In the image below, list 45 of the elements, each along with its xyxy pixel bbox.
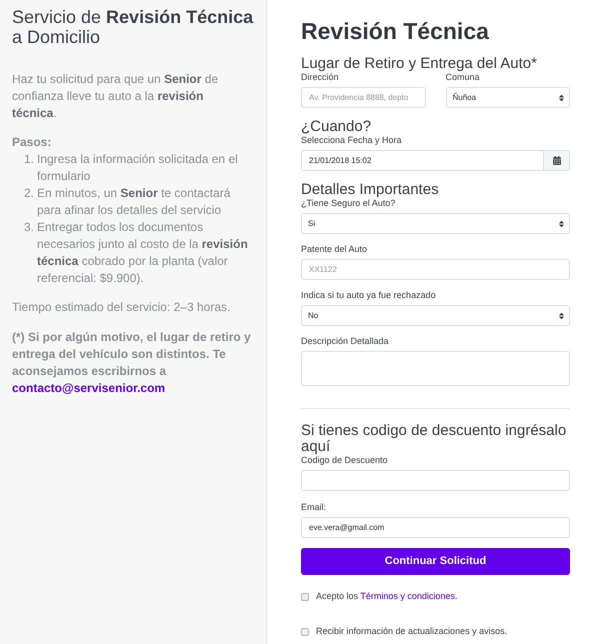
field-label: Patente del Auto [301, 244, 368, 255]
date-field[interactable]: 21/01/2018 15:02 [301, 150, 544, 171]
field-label: Comuna [446, 72, 481, 83]
section-heading: Lugar de Retiro y Entrega del Auto* [301, 55, 538, 72]
checkbox[interactable] [301, 628, 309, 636]
email-link[interactable]: contacto@servisenior.com [12, 381, 166, 395]
select-arrows-icon [559, 220, 564, 228]
section-heading: Detalles Importantes [301, 181, 440, 198]
note-text: (*) Si por algún motivo, el lugar de retiro y entrega del vehículo son distintos. Te aconsejamos escribirnos a contacto@servisenior.com [12, 329, 252, 397]
intro-text: Haz tu solicitud para que un Senior de confianza lleve tu auto a la revisión técnica. [12, 71, 220, 122]
text-field[interactable] [301, 470, 570, 491]
select-field[interactable]: Ñuñoa [446, 87, 570, 108]
continue-button[interactable]: Continuar Solicitud [301, 548, 570, 575]
section-heading: Si tienes codigo de descuento ingrésalo aquí [301, 423, 568, 455]
step-number: 3. [24, 219, 36, 236]
field-label: Indica si tu auto ya fue rechazado [301, 290, 437, 301]
intro-title: Servicio de Revisión Técnica a Domicilio [12, 7, 254, 47]
text-field[interactable]: eve.vera@gmail.com [301, 517, 570, 538]
text-field[interactable]: XX1122 [301, 259, 570, 280]
step-number: 2. [24, 185, 36, 202]
step-text: En minutos, un Senior te contactará para afinar los detalles del servicio [37, 185, 232, 219]
select-arrows-icon [559, 312, 564, 320]
field-label: Email: [301, 502, 328, 513]
field-label: Codigo de Descuento [301, 455, 389, 466]
calendar-button[interactable] [544, 150, 570, 171]
select-field[interactable]: Si [301, 213, 570, 234]
field-label: Selecciona Fecha y Hora [301, 135, 403, 146]
select-arrows-icon [559, 94, 564, 102]
checkbox[interactable] [301, 592, 309, 600]
select-field[interactable]: No [301, 305, 570, 326]
section-heading: ¿Cuando? [301, 118, 372, 135]
field-label: Dirección [301, 72, 340, 83]
checkbox-label: Acepto los Términos y condiciones. [316, 591, 458, 602]
step-text: Entregar todos los documentos necesarios junto al costo de la revisión técnica cobrado por la planta (valor referencial: $9.900). [37, 219, 249, 287]
field-label: ¿Tiene Seguro el Auto? [301, 198, 396, 209]
calendar-icon [552, 156, 560, 165]
description-field[interactable] [301, 351, 570, 386]
step-number: 1. [24, 151, 36, 168]
text-field[interactable]: Av. Providencia 8888, depto [301, 87, 426, 108]
field-label: Descripción Detallada [301, 336, 390, 347]
duration-text: Tiempo estimado del servicio: 2–3 horas. [12, 299, 232, 316]
checkbox-label: Recibir información de actualizaciones y avisos. [316, 626, 508, 637]
terms-link[interactable]: Términos y condiciones. [360, 591, 458, 601]
form-title: Revisión Técnica [301, 17, 490, 45]
steps-heading: Pasos: [12, 134, 52, 151]
